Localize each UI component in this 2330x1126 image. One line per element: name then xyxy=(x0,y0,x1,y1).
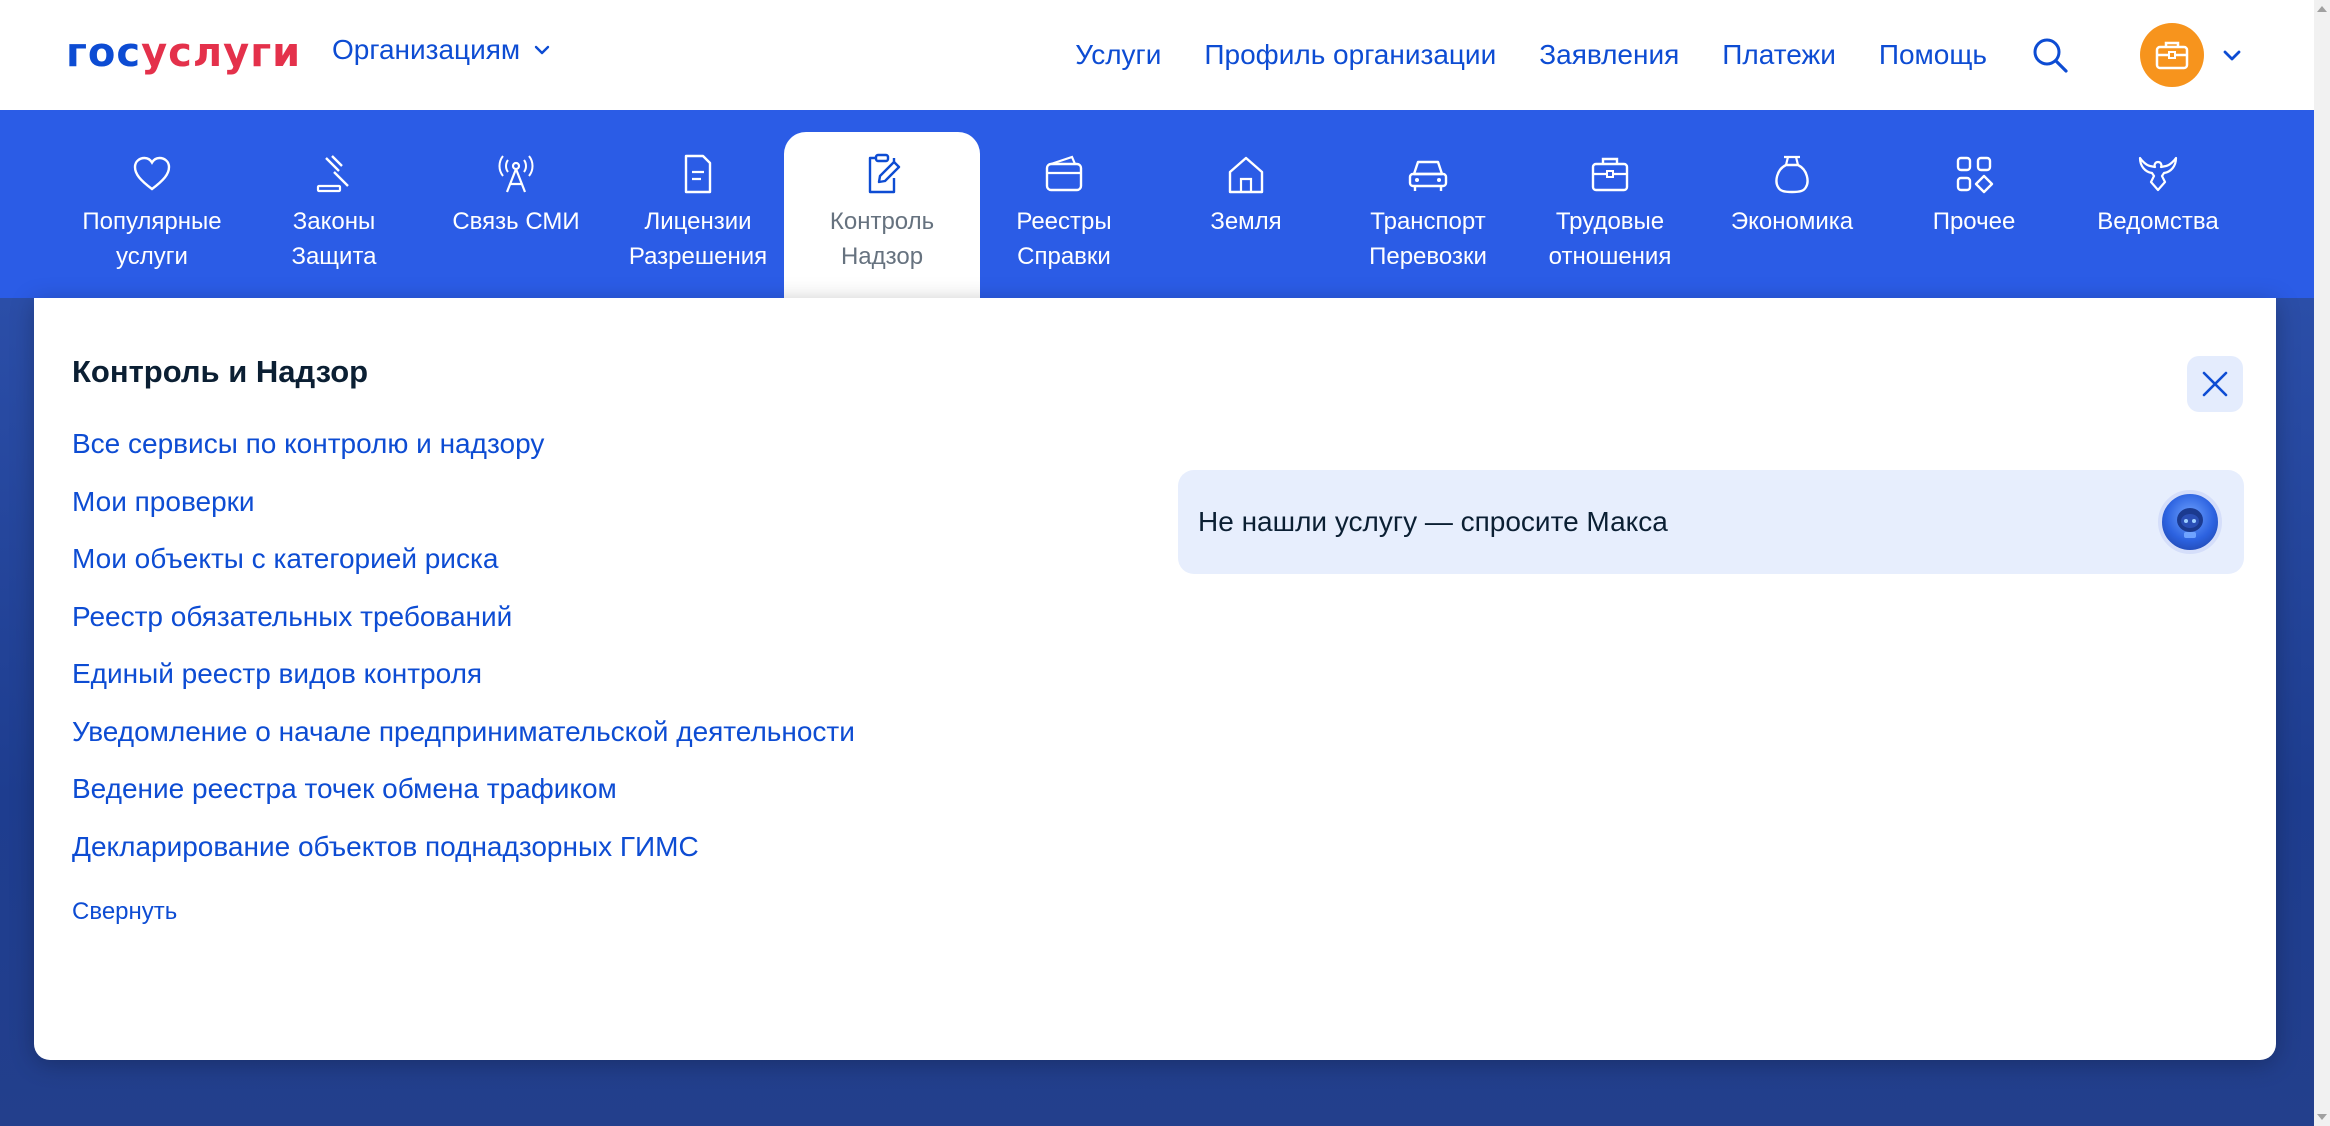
category-registries[interactable]: Реестры Справки xyxy=(966,132,1162,298)
chevron-down-icon[interactable] xyxy=(2220,43,2244,67)
header: госуслуги Организациям Услуги Профиль ор… xyxy=(0,0,2314,110)
collapse-link[interactable]: Свернуть xyxy=(72,898,177,926)
category-label: Экономика xyxy=(1730,208,1854,235)
top-navigation: Услуги Профиль организации Заявления Пла… xyxy=(1075,0,2314,110)
close-icon xyxy=(2202,371,2228,397)
category-label: Контроль Надзор xyxy=(829,208,935,270)
category-label: Популярные услуги xyxy=(82,208,222,270)
category-label: Законы Защита xyxy=(291,208,377,270)
avatar[interactable] xyxy=(2140,23,2204,87)
logo-part-uslugi: услуги xyxy=(141,30,302,76)
category-control[interactable]: Контроль Надзор xyxy=(784,132,980,298)
panel-title: Контроль и Надзор xyxy=(72,354,369,389)
category-licenses[interactable]: Лицензии Разрешения xyxy=(600,132,796,298)
gavel-icon xyxy=(316,155,349,193)
chevron-down-icon xyxy=(534,45,550,55)
category-land[interactable]: Земля xyxy=(1148,132,1344,298)
scroll-up-arrow[interactable] xyxy=(2317,6,2327,12)
category-agencies[interactable]: Ведомства xyxy=(2060,132,2256,298)
category-label: Земля xyxy=(1210,208,1282,235)
scrollbar[interactable] xyxy=(2314,0,2330,1126)
category-label: Реестры Справки xyxy=(1016,208,1112,270)
category-label: Связь СМИ xyxy=(452,208,580,235)
nav-link-services[interactable]: Услуги xyxy=(1075,39,1161,71)
organizations-menu-label: Организациям xyxy=(332,34,521,65)
category-label: Прочее xyxy=(1932,208,2016,235)
ask-max-text: Не нашли услугу — спросите Макса xyxy=(1198,506,1668,537)
wallet-icon xyxy=(1045,155,1083,192)
robot-assistant-icon xyxy=(2158,490,2222,554)
briefcase-icon xyxy=(2155,41,2189,70)
ask-max-box[interactable]: Не нашли услугу — спросите Макса xyxy=(1178,470,2244,574)
briefcase-icon xyxy=(1591,157,1629,192)
close-button[interactable] xyxy=(2187,356,2243,412)
category-panel: Контроль и Надзор Все сервисы по контрол… xyxy=(34,298,2276,1060)
category-labor[interactable]: Трудовые отношения xyxy=(1512,132,1708,298)
nav-link-applications[interactable]: Заявления xyxy=(1539,39,1679,71)
panel-link-gims-declaration[interactable]: Декларирование объектов поднадзорных ГИМ… xyxy=(72,829,855,887)
logo-part-gos: гос xyxy=(66,30,142,76)
money-bag-icon xyxy=(1775,155,1809,194)
antenna-icon xyxy=(498,155,534,193)
scroll-down-arrow[interactable] xyxy=(2317,1114,2327,1120)
category-popular[interactable]: Популярные услуги xyxy=(54,132,250,298)
category-media[interactable]: Связь СМИ xyxy=(418,132,614,298)
panel-link-risk-objects[interactable]: Мои объекты с категорией риска xyxy=(72,541,855,599)
eagle-icon xyxy=(2138,156,2178,192)
clipboard-edit-icon xyxy=(868,153,901,194)
nav-link-payments[interactable]: Платежи xyxy=(1722,39,1836,71)
house-icon xyxy=(1228,156,1264,194)
gosuslugi-logo[interactable]: госуслуги xyxy=(66,28,301,78)
nav-link-help[interactable]: Помощь xyxy=(1879,39,1987,71)
category-laws[interactable]: Законы Защита xyxy=(236,132,432,298)
panel-link-business-start-notice[interactable]: Уведомление о начале предпринимательской… xyxy=(72,714,855,772)
panel-link-list: Все сервисы по контролю и надзору Мои пр… xyxy=(72,426,855,886)
category-label: Трудовые отношения xyxy=(1548,208,1672,270)
category-label: Ведомства xyxy=(2097,208,2219,235)
panel-link-requirements-registry[interactable]: Реестр обязательных требований xyxy=(72,599,855,657)
panel-link-traffic-exchange-registry[interactable]: Ведение реестра точек обмена трафиком xyxy=(72,771,855,829)
search-icon[interactable] xyxy=(2030,35,2070,75)
grid-icon xyxy=(1956,156,1994,194)
category-economy[interactable]: Экономика xyxy=(1694,132,1890,298)
category-label: Лицензии Разрешения xyxy=(628,208,768,270)
nav-link-org-profile[interactable]: Профиль организации xyxy=(1204,39,1496,71)
heart-icon xyxy=(133,156,171,191)
panel-link-control-types-registry[interactable]: Единый реестр видов контроля xyxy=(72,656,855,714)
category-other[interactable]: Прочее xyxy=(1876,132,2072,298)
category-transport[interactable]: Транспорт Перевозки xyxy=(1330,132,1526,298)
category-bar: Популярные услуги Законы Защита Связь СМ… xyxy=(0,110,2314,298)
organizations-menu[interactable]: Организациям xyxy=(332,34,552,66)
category-label: Транспорт Перевозки xyxy=(1369,208,1487,270)
car-icon xyxy=(1408,160,1448,191)
panel-link-my-inspections[interactable]: Мои проверки xyxy=(72,484,855,542)
document-icon xyxy=(684,154,712,194)
panel-link-all-services[interactable]: Все сервисы по контролю и надзору xyxy=(72,426,855,484)
